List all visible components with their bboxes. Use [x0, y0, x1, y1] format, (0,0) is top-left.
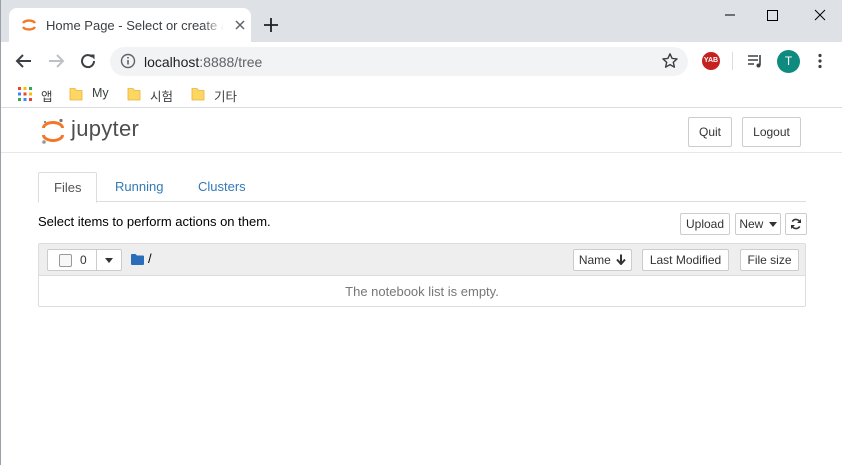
new-dropdown-button[interactable]: New: [735, 213, 781, 235]
bookmark-folder-my[interactable]: My: [68, 85, 118, 103]
sort-file-size-button[interactable]: File size: [740, 249, 799, 271]
bookmark-label: 기타: [214, 90, 238, 104]
arrow-down-icon: [616, 254, 626, 266]
apps-grid-icon: [18, 87, 32, 101]
folder-icon: [69, 88, 83, 101]
caret-down-icon: [105, 258, 113, 263]
toolbar-divider: [732, 52, 733, 70]
selection-dropdown-button[interactable]: [96, 249, 122, 271]
notebook-list-header: 0 / Name Last Modified File size: [39, 244, 805, 276]
folder-icon: [127, 88, 141, 101]
bookmark-label: 앱: [41, 90, 53, 104]
more-menu-icon[interactable]: [813, 52, 827, 70]
upload-button[interactable]: Upload: [680, 213, 730, 235]
tab-files[interactable]: Files: [38, 172, 98, 203]
folder-icon: [191, 88, 205, 101]
tab-title: Home Page - Select or create a notebook: [46, 18, 224, 33]
jupyter-wordmark[interactable]: jupyter: [71, 116, 139, 142]
bookmark-folder-etc[interactable]: 기타: [190, 85, 245, 104]
bookmarks-bar: 앱 My 시험 기타: [1, 80, 842, 108]
url-host: localhost: [144, 54, 200, 70]
notebook-list: 0 / Name Last Modified File size The not…: [38, 243, 806, 307]
profile-avatar[interactable]: T: [777, 50, 800, 73]
breadcrumb[interactable]: /: [148, 251, 152, 266]
browser-tab[interactable]: Home Page - Select or create a notebook: [9, 8, 251, 42]
browser-window: Home Page - Select or create a notebook: [0, 0, 842, 465]
new-button-label: New: [739, 217, 764, 231]
tab-running[interactable]: Running: [100, 172, 178, 202]
url-text[interactable]: localhost:8888/tree: [144, 54, 262, 70]
sort-name-button[interactable]: Name: [573, 249, 632, 271]
tab-bar: Files Running Clusters: [38, 172, 806, 203]
empty-list-message: The notebook list is empty.: [345, 284, 499, 299]
folder-icon[interactable]: [131, 254, 144, 265]
caret-down-icon: [768, 222, 777, 228]
back-icon[interactable]: [13, 50, 35, 72]
minimize-icon[interactable]: [707, 0, 753, 30]
site-info-icon[interactable]: [120, 53, 136, 69]
select-all-button[interactable]: 0: [47, 249, 97, 271]
bookmark-label: My: [92, 86, 109, 100]
jupyter-logo-icon[interactable]: [41, 118, 65, 145]
bookmark-apps[interactable]: 앱: [17, 85, 57, 104]
jupyter-page: jupyter Quit Logout Files Running Cluste…: [1, 108, 842, 465]
title-bar: Home Page - Select or create a notebook: [1, 0, 842, 42]
extension-yab-icon[interactable]: YAB: [702, 52, 720, 70]
media-queue-icon[interactable]: [746, 52, 764, 70]
jupyter-header: jupyter Quit Logout: [1, 108, 842, 153]
refresh-button[interactable]: [785, 213, 807, 235]
maximize-icon[interactable]: [749, 0, 795, 30]
sort-last-modified-button[interactable]: Last Modified: [642, 249, 729, 271]
sort-name-label: Name: [578, 253, 611, 267]
selected-count: 0: [80, 253, 87, 267]
quit-button[interactable]: Quit: [688, 117, 732, 147]
reload-icon[interactable]: [77, 50, 99, 72]
tab-clusters[interactable]: Clusters: [183, 172, 261, 202]
bookmark-star-icon[interactable]: [661, 52, 679, 70]
close-window-icon[interactable]: [797, 0, 842, 30]
refresh-icon: [791, 218, 801, 230]
jupyter-favicon-icon: [22, 19, 36, 31]
bookmark-folder-exam[interactable]: 시험: [126, 85, 181, 104]
address-bar[interactable]: localhost:8888/tree: [110, 47, 688, 76]
new-tab-icon[interactable]: [261, 15, 281, 35]
url-path: :8888/tree: [199, 54, 263, 70]
instructions-text: Select items to perform actions on them.: [38, 214, 271, 229]
forward-icon[interactable]: [45, 50, 67, 72]
logout-button[interactable]: Logout: [742, 117, 801, 147]
close-tab-icon[interactable]: [232, 17, 248, 33]
select-all-checkbox[interactable]: [59, 254, 72, 267]
bookmark-label: 시험: [150, 90, 174, 104]
